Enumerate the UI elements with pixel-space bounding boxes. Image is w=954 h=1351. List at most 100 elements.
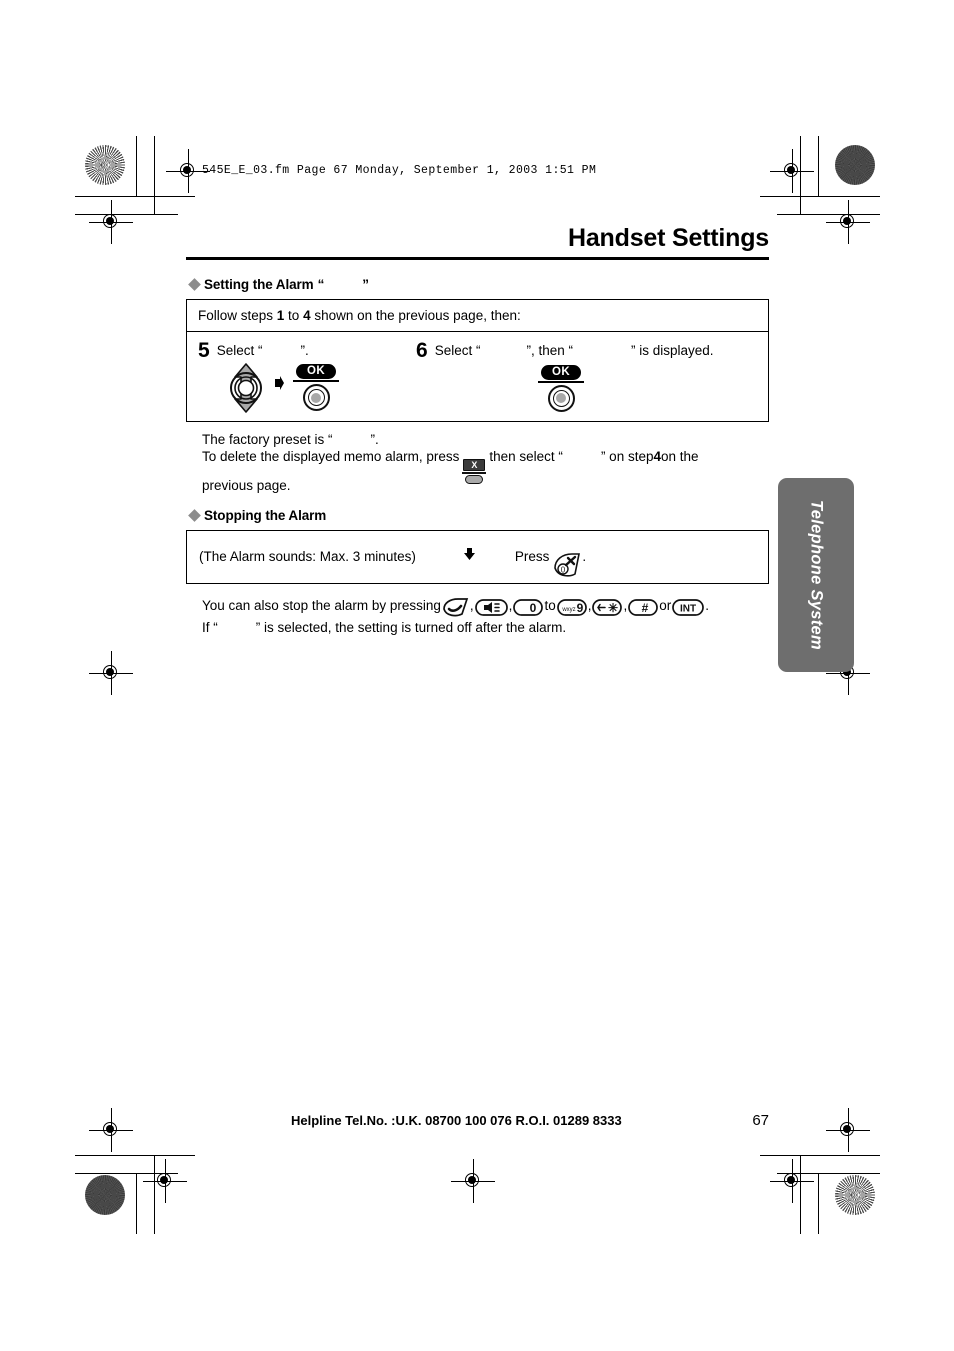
registration-starburst: [835, 1175, 875, 1215]
note2-middle: then select “: [489, 449, 563, 465]
navigator-joystick-icon: [224, 362, 268, 413]
sep-3: ,: [587, 598, 592, 614]
ok-softkey-rule: [293, 379, 339, 383]
clear-button-shape: [465, 475, 484, 485]
note2-before: To delete the displayed memo alarm, pres…: [202, 449, 460, 465]
step-6-text-after: ” is displayed.: [631, 342, 714, 358]
press-label: Press: [514, 549, 550, 565]
ok-button-shape: [547, 384, 575, 412]
sep-2: ,: [508, 598, 513, 614]
note2-after: ” on step: [600, 449, 654, 465]
crop-mark-line: [818, 1173, 819, 1234]
registration-mark: [143, 1159, 187, 1203]
ok-softkey-rule: [538, 380, 584, 383]
ok-softkey-icon: OK: [291, 363, 341, 412]
talk-key-icon: [442, 598, 469, 623]
registration-mark: [89, 1108, 133, 1152]
registration-mark: [89, 651, 133, 695]
step-6-text-middle: ”, then “: [526, 342, 573, 358]
manual-page: 545E_E_03.fm Page 67 Monday, September 1…: [0, 0, 954, 1351]
stopnote2-before: If “: [202, 620, 218, 636]
or-label: or: [659, 598, 672, 614]
note1-before: The factory preset is “: [202, 431, 333, 447]
stopping-alarm-frame: (The Alarm sounds: Max. 3 minutes) Press…: [186, 529, 769, 584]
alarm-condition-text: (The Alarm sounds: Max. 3 minutes): [199, 549, 416, 565]
svg-text:INT: INT: [680, 603, 696, 614]
to-label: to: [544, 598, 556, 614]
crop-mark-line: [75, 1155, 195, 1156]
registration-mark: [89, 200, 133, 244]
file-stamp: 545E_E_03.fm Page 67 Monday, September 1…: [202, 164, 597, 177]
registration-mark: [770, 149, 814, 193]
right-arrow-icon: [274, 376, 285, 393]
note2-end: on the: [660, 449, 699, 465]
intro-part1: Follow steps: [198, 307, 277, 323]
ok-button-shape: [302, 384, 330, 412]
step-6-number: 6: [416, 338, 428, 362]
svg-text:0: 0: [561, 565, 566, 574]
steps-intro: Follow steps 1 to 4 shown on the previou…: [187, 300, 768, 332]
crop-mark-line: [818, 136, 819, 197]
section-heading-setting-alarm: Setting the Alarm “ ”: [188, 276, 769, 292]
key-star: ✳: [592, 598, 623, 623]
page-footer: Helpline Tel.No. :U.K. 08700 100 076 R.O…: [186, 1112, 769, 1129]
note-line-1: The factory preset is “ ”.: [202, 431, 769, 449]
step-5-text-before: Select “: [216, 342, 263, 358]
crop-mark-line: [154, 136, 155, 215]
title-divider: [186, 256, 769, 260]
intro-part2: to: [284, 307, 304, 323]
diamond-bullet-icon: [188, 277, 201, 291]
press-period: .: [582, 549, 587, 565]
crop-mark-line: [136, 136, 137, 197]
crop-mark-line: [75, 214, 178, 215]
page-content: Handset Settings Setting the Alarm “ ” F…: [186, 224, 769, 638]
ok-softkey-label: OK: [296, 363, 336, 379]
note2-step: 4: [653, 449, 661, 465]
ok-softkey-icon: OK: [536, 364, 586, 412]
registration-density-patch: [835, 145, 875, 185]
page-number: 67: [752, 1112, 769, 1129]
registration-mark: [451, 1159, 495, 1203]
ok-softkey-label: OK: [541, 364, 581, 380]
key-9-wxyz: wxyz 9: [556, 598, 587, 623]
svg-text:9: 9: [576, 601, 583, 615]
note1-after: ”.: [370, 431, 379, 447]
svg-text:✳: ✳: [608, 601, 618, 615]
crop-mark-line: [760, 196, 880, 197]
crop-mark-line: [777, 214, 880, 215]
registration-density-patch: [85, 1175, 125, 1215]
note3: previous page.: [202, 478, 291, 494]
steps-row: 5 Select “ ”. OK 6 Select “ ”, then “ ” …: [187, 332, 768, 421]
stopnote-period: .: [705, 598, 710, 614]
diamond-bullet-icon: [188, 509, 201, 522]
registration-starburst: [85, 145, 125, 185]
crop-mark-line: [136, 1173, 137, 1234]
alarm-notes: The factory preset is “ ”. To delete the…: [202, 431, 769, 495]
section-heading-stopping-alarm: Stopping the Alarm: [188, 507, 769, 523]
down-arrow-icon: [463, 547, 475, 565]
crop-mark-line: [154, 1155, 155, 1234]
stopping-alarm-notes: You can also stop the alarm by pressing …: [202, 594, 769, 638]
crop-mark-line: [75, 196, 195, 197]
quote-close: ”: [362, 276, 369, 292]
section-heading-label: Stopping the Alarm: [204, 507, 327, 523]
quote-open: “: [317, 276, 325, 292]
clear-key-rule: [462, 472, 487, 475]
step-6: 6 Select “ ”, then “ ” is displayed. OK: [410, 338, 768, 413]
registration-mark: [166, 149, 210, 193]
power-off-key-icon: 0: [552, 552, 582, 578]
section-heading-label: Setting the Alarm: [204, 276, 314, 292]
svg-text:wxyz: wxyz: [561, 607, 575, 613]
stopping-note-line-1: You can also stop the alarm by pressing …: [202, 594, 769, 619]
step-6-text-before: Select “: [434, 342, 481, 358]
sep-4: ,: [623, 598, 628, 614]
stopnote-before: You can also stop the alarm by pressing: [202, 598, 441, 614]
key-int: INT: [672, 598, 705, 623]
step-5-text-after: ”.: [300, 342, 309, 358]
note-line-2: To delete the displayed memo alarm, pres…: [202, 448, 769, 485]
helpline-text: Helpline Tel.No. :U.K. 08700 100 076 R.O…: [291, 1113, 622, 1128]
side-tab-telephone-system: Telephone System: [778, 478, 854, 672]
intro-step-b: 4: [303, 307, 311, 323]
svg-text:#: #: [642, 601, 649, 615]
sep-1: ,: [469, 598, 474, 614]
